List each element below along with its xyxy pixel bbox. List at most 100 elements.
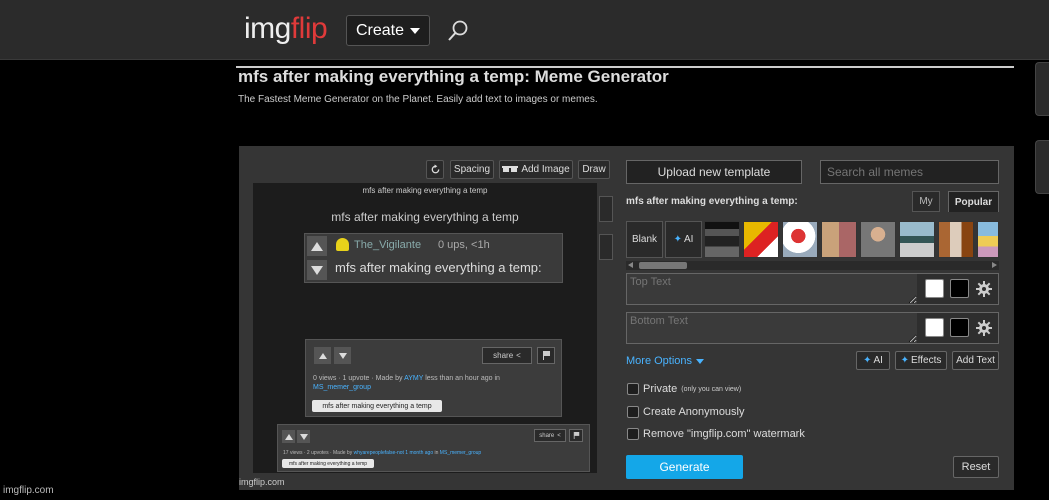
tab-popular[interactable]: Popular — [948, 191, 999, 212]
create-button[interactable]: Create — [346, 15, 430, 46]
watermark-checkbox[interactable] — [627, 428, 639, 440]
tab-popular-label: Popular — [954, 196, 993, 208]
effects-button[interactable]: ✦ Effects — [895, 351, 947, 370]
share-button: share < — [534, 429, 566, 442]
watermark-label: Remove "imgflip.com" watermark — [643, 428, 805, 440]
chevron-down-icon — [410, 27, 421, 34]
private-option[interactable]: Private (only you can view) — [627, 383, 741, 395]
scroll-left-icon[interactable] — [628, 262, 633, 268]
blank-label: Blank — [631, 234, 657, 245]
post-meta: 0 ups, <1h — [438, 239, 490, 251]
draw-button[interactable]: Draw — [578, 160, 610, 179]
private-note: (only you can view) — [681, 385, 742, 393]
create-label: Create — [355, 21, 405, 39]
template-thumbnail[interactable] — [938, 221, 974, 258]
template-thumbnail[interactable] — [782, 221, 818, 258]
top-bar — [0, 0, 1049, 60]
more-options-link[interactable]: More Options — [626, 355, 705, 367]
add-image-button[interactable]: Add Image — [499, 160, 573, 179]
blank-template-button[interactable]: Blank — [626, 221, 663, 258]
page-subtitle: The Fastest Meme Generator on the Planet… — [238, 94, 598, 105]
share-button: share < — [482, 347, 532, 364]
gear-icon[interactable] — [976, 320, 992, 336]
anonymous-option[interactable]: Create Anonymously — [627, 406, 745, 418]
template-thumbnail[interactable] — [977, 221, 999, 258]
logo-img-text: img — [244, 12, 291, 45]
ai-btn-label: AI — [873, 355, 883, 366]
outline-color-swatch[interactable] — [950, 279, 969, 298]
sparkle-icon: ✦ — [673, 234, 682, 245]
search-memes-input[interactable] — [820, 160, 999, 184]
anonymous-label: Create Anonymously — [643, 406, 745, 418]
rotate-icon — [431, 164, 439, 174]
downvote-icon — [307, 260, 327, 280]
side-panel-tab[interactable] — [1035, 140, 1049, 194]
template-thumbnail[interactable] — [704, 221, 740, 258]
share-icon: < — [516, 351, 521, 360]
scrollbar-thumb[interactable] — [639, 262, 687, 269]
image-watermark: imgflip.com — [3, 485, 54, 496]
anonymous-checkbox[interactable] — [627, 406, 639, 418]
logo-flip-text: flip — [290, 12, 328, 45]
private-label: Private — [643, 383, 678, 395]
username: The_Vigilante — [354, 239, 422, 251]
upvote-icon — [282, 430, 295, 443]
reset-label: Reset — [961, 461, 991, 473]
glasses-icon — [502, 165, 519, 172]
post-caption: mfs after making everything a temp: — [335, 260, 542, 275]
group-link: MS_memer_group — [313, 384, 371, 391]
reset-button[interactable]: Reset — [953, 456, 999, 478]
canvas-side-button[interactable] — [599, 234, 613, 260]
watermark-option[interactable]: Remove "imgflip.com" watermark — [627, 428, 805, 440]
text-color-swatch[interactable] — [925, 318, 944, 337]
author-link: AYMY — [404, 375, 424, 382]
chevron-down-icon — [696, 358, 705, 364]
share-label: share — [493, 351, 514, 360]
tab-my[interactable]: My — [912, 191, 940, 212]
ai-text-button[interactable]: ✦ AI — [856, 351, 890, 370]
tag-chip: mfs after making everything a temp — [312, 400, 442, 412]
tag-chip: mfs after making everything a temp — [282, 459, 374, 468]
side-panel-tab[interactable] — [1035, 62, 1049, 116]
generate-label: Generate — [659, 460, 710, 474]
template-thumbnail[interactable] — [899, 221, 935, 258]
imgflip-logo[interactable]: imgflip — [244, 12, 328, 46]
outline-color-swatch[interactable] — [950, 318, 969, 337]
add-text-button[interactable]: Add Text — [952, 351, 999, 370]
sparkle-icon: ✦ — [900, 355, 909, 366]
generate-button[interactable]: Generate — [626, 455, 743, 479]
add-image-label: Add Image — [521, 164, 570, 175]
canvas-side-button[interactable] — [599, 196, 613, 222]
ai-template-button[interactable]: ✦ AI — [665, 221, 702, 258]
bottom-text-input[interactable] — [627, 313, 917, 343]
template-thumbnail[interactable] — [821, 221, 857, 258]
private-checkbox[interactable] — [627, 383, 639, 395]
upload-label: Upload new template — [657, 165, 771, 179]
flag-icon — [537, 347, 555, 364]
spacing-label: Spacing — [453, 164, 491, 175]
post-stats: 0 views · 1 upvote · Made by AYMY less t… — [313, 375, 500, 382]
upload-template-button[interactable]: Upload new template — [626, 160, 802, 184]
scroll-right-icon[interactable] — [992, 262, 997, 268]
downvote-icon — [297, 430, 310, 443]
template-thumbnail[interactable] — [743, 221, 779, 258]
downvote-icon — [334, 347, 351, 364]
share-label: share — [539, 432, 555, 439]
tab-my-label: My — [919, 196, 933, 207]
avatar — [336, 238, 349, 251]
spacing-button[interactable]: Spacing — [450, 160, 494, 179]
effects-label: Effects — [911, 355, 942, 366]
search-icon[interactable] — [446, 19, 470, 43]
ai-tile-label: AI — [683, 234, 694, 245]
rotate-button[interactable] — [426, 160, 444, 179]
template-thumbnail[interactable] — [860, 221, 896, 258]
flag-icon — [569, 429, 583, 442]
gear-icon[interactable] — [976, 281, 992, 297]
top-text-input[interactable] — [627, 274, 917, 304]
text-color-swatch[interactable] — [925, 279, 944, 298]
post-stats: 17 views · 2 upvotes · Made by whyarepeo… — [283, 450, 482, 456]
add-text-label: Add Text — [956, 355, 995, 366]
canvas-title: mfs after making everything a temp — [331, 210, 519, 224]
more-options-label: More Options — [626, 355, 693, 367]
draw-label: Draw — [582, 164, 606, 175]
